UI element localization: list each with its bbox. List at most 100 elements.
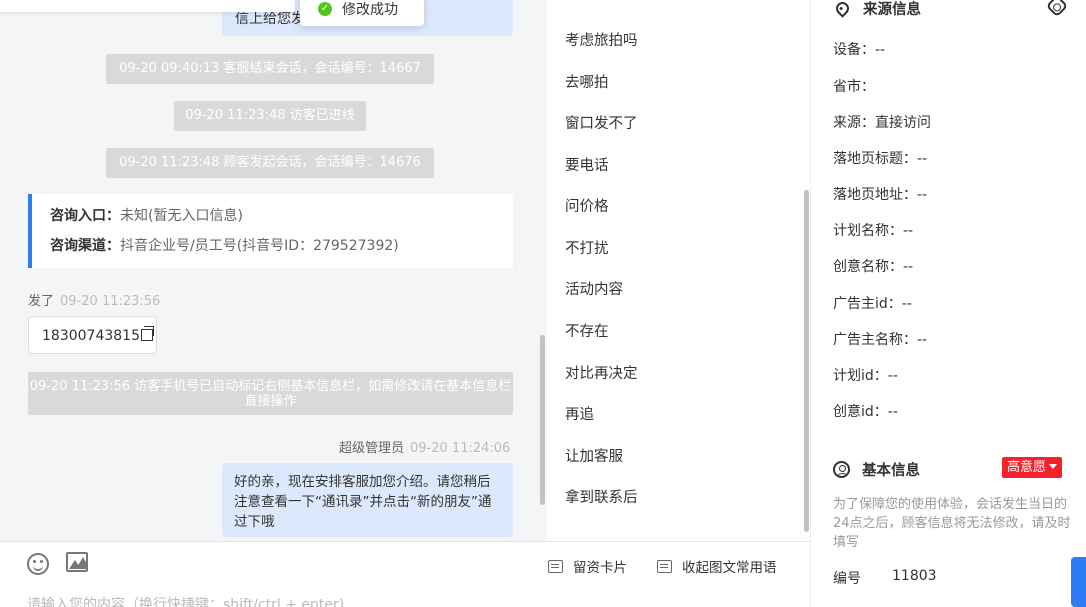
field-label: 创意名称： xyxy=(833,259,903,275)
location-pin-icon xyxy=(833,0,852,18)
field-value: -- xyxy=(901,296,912,312)
phone-number: 18300743815 xyxy=(42,328,140,344)
visitor-meta: 发了 09-20 11:23:56 xyxy=(28,290,160,309)
copy-icon[interactable] xyxy=(140,326,154,341)
info-field-creative-name: 创意名称：-- xyxy=(833,256,913,276)
message-input[interactable]: 请输入您的内容（换行快捷键：shift/ctrl + enter) xyxy=(27,594,344,607)
quick-reply-list: 考虑旅拍吗 去哪拍 窗口发不了 要电话 问价格 不打扰 活动内容 不存在 对比再… xyxy=(547,0,810,541)
channel-label: 咨询渠道： xyxy=(50,238,120,254)
message-composer: 留资卡片 收起图文常用语 请输入您的内容（换行快捷键：shift/ctrl + … xyxy=(0,541,810,607)
quick-reply-item[interactable]: 拿到联系后 xyxy=(565,486,638,507)
field-label: 广告主id： xyxy=(833,296,902,312)
field-value: -- xyxy=(875,42,886,58)
user-icon xyxy=(833,461,850,478)
quick-reply-item[interactable]: 不存在 xyxy=(565,320,609,341)
phone-message[interactable]: 18300743815 xyxy=(28,316,157,354)
field-value: 直接访问 xyxy=(875,115,931,131)
field-label: 计划id： xyxy=(833,368,888,384)
intent-badge[interactable]: 高意愿 xyxy=(1002,457,1063,478)
quick-reply-item[interactable]: 让加客服 xyxy=(565,445,623,466)
quick-reply-item[interactable]: 活动内容 xyxy=(565,278,623,299)
info-field-advertiser-id: 广告主id：-- xyxy=(833,293,912,313)
system-message: 09-20 11:23:56 访客手机号已自动标记右侧基本信息栏，如需修改请在基… xyxy=(28,372,513,415)
phrases-icon xyxy=(657,559,672,573)
floating-action-button[interactable] xyxy=(1071,557,1086,607)
quick-reply-item[interactable]: 对比再决定 xyxy=(565,362,638,383)
collapse-phrases-label: 收起图文常用语 xyxy=(682,560,777,576)
quick-reply-item[interactable]: 问价格 xyxy=(565,195,609,216)
info-field-landing-url: 落地页地址：-- xyxy=(833,184,927,204)
quick-reply-item[interactable]: 再追 xyxy=(565,403,594,424)
channel-value: 抖音企业号/员工号(抖音号ID：279527392) xyxy=(120,238,399,254)
settings-icon[interactable] xyxy=(1045,0,1069,18)
collapse-phrases-button[interactable]: 收起图文常用语 xyxy=(657,556,777,576)
lead-card-label: 留资卡片 xyxy=(573,560,627,576)
field-value: -- xyxy=(903,259,914,275)
header-strip xyxy=(0,0,295,12)
field-label: 落地页标题： xyxy=(833,151,917,167)
success-toast: ✓ 修改成功 xyxy=(300,0,424,26)
system-message: 09-20 11:23:48 访客已进线 xyxy=(174,101,366,131)
entry-value: 未知(暂无入口信息) xyxy=(120,208,243,224)
info-field-landing-title: 落地页标题：-- xyxy=(833,148,927,168)
quick-reply-scrollbar[interactable] xyxy=(804,190,809,532)
card-icon xyxy=(548,559,563,573)
agent-time: 09-20 11:24:06 xyxy=(410,441,511,456)
agent-meta: 超级管理员 09-20 11:24:06 xyxy=(339,437,510,456)
image-icon[interactable] xyxy=(66,552,88,572)
info-field-source: 来源：直接访问 xyxy=(833,112,931,132)
entry-label: 咨询入口： xyxy=(50,208,120,224)
info-field-plan-name: 计划名称：-- xyxy=(833,220,913,240)
channel-row: 咨询渠道：抖音企业号/员工号(抖音号ID：279527392) xyxy=(50,235,513,265)
quick-reply-item[interactable]: 要电话 xyxy=(565,154,609,175)
info-field-creative-id: 创意id：-- xyxy=(833,401,898,421)
basic-info-title: 基本信息 xyxy=(862,463,920,479)
system-message: 09-20 09:40:13 客服结束会话，会话编号：14667 xyxy=(106,54,434,84)
customer-info-panel: 来源信息 设备：-- 省市： 来源：直接访问 落地页标题：-- 落地页地址：--… xyxy=(811,0,1086,607)
chat-area: 信上给您发 ✓ 修改成功 09-20 09:40:13 客服结束会话，会话编号：… xyxy=(0,0,547,541)
quick-reply-item[interactable]: 窗口发不了 xyxy=(565,112,638,133)
emoji-icon[interactable] xyxy=(27,553,49,575)
lead-card-button[interactable]: 留资卡片 xyxy=(548,556,627,576)
basic-info-header: 基本信息 xyxy=(833,459,920,480)
field-value: -- xyxy=(887,404,898,420)
field-value: -- xyxy=(917,187,928,203)
intent-badge-label: 高意愿 xyxy=(1007,460,1047,475)
field-value: -- xyxy=(917,332,928,348)
edit-notice: 为了保障您的使用体验，会话发生当日的24点之后，顾客信息将无法修改，请及时填写 xyxy=(833,497,1071,550)
quick-reply-item[interactable]: 不打扰 xyxy=(565,237,609,258)
check-circle-icon: ✓ xyxy=(318,2,332,16)
info-field-plan-id: 计划id：-- xyxy=(833,365,898,385)
info-field-advertiser-name: 广告主名称：-- xyxy=(833,329,927,349)
field-label: 设备： xyxy=(833,42,875,58)
caret-down-icon xyxy=(1049,464,1058,469)
field-label: 计划名称： xyxy=(833,223,903,239)
sent-time: 09-20 11:23:56 xyxy=(60,294,161,309)
agent-name: 超级管理员 xyxy=(339,441,405,456)
consult-entry-card: 咨询入口：未知(暂无入口信息) 咨询渠道：抖音企业号/员工号(抖音号ID：279… xyxy=(28,194,513,268)
field-label: 创意id： xyxy=(833,404,888,420)
agent-message-bubble: 好的亲，现在安排客服加您介绍。请您稍后注意查看一下“通讯录”并点击“新的朋友”通… xyxy=(222,463,513,537)
quick-reply-item[interactable]: 考虑旅拍吗 xyxy=(565,29,638,50)
sent-label: 发了 xyxy=(28,294,55,309)
field-value: -- xyxy=(903,223,914,239)
field-label: 广告主名称： xyxy=(833,332,917,348)
message-text: 信上给您发 xyxy=(235,11,305,27)
quick-reply-item[interactable]: 去哪拍 xyxy=(565,71,609,92)
id-label: 编号 xyxy=(833,571,861,587)
source-info-header: 来源信息 xyxy=(833,0,921,19)
entry-row: 咨询入口：未知(暂无入口信息) xyxy=(50,205,513,235)
info-field-region: 省市： xyxy=(833,76,875,96)
agent-message-text: 好的亲，现在安排客服加您介绍。请您稍后注意查看一下“通讯录”并点击“新的朋友”通… xyxy=(234,474,492,530)
system-message: 09-20 11:23:48 顾客发起会话，会话编号：14676 xyxy=(106,148,434,178)
id-value: 11803 xyxy=(892,568,937,584)
field-label: 省市： xyxy=(833,79,875,95)
field-value: -- xyxy=(887,368,898,384)
source-info-title: 来源信息 xyxy=(863,2,921,18)
info-field-device: 设备：-- xyxy=(833,39,885,59)
field-value: -- xyxy=(917,151,928,167)
toast-text: 修改成功 xyxy=(342,2,398,18)
field-label: 来源： xyxy=(833,115,875,131)
field-label: 落地页地址： xyxy=(833,187,917,203)
chat-scrollbar[interactable] xyxy=(540,335,545,505)
